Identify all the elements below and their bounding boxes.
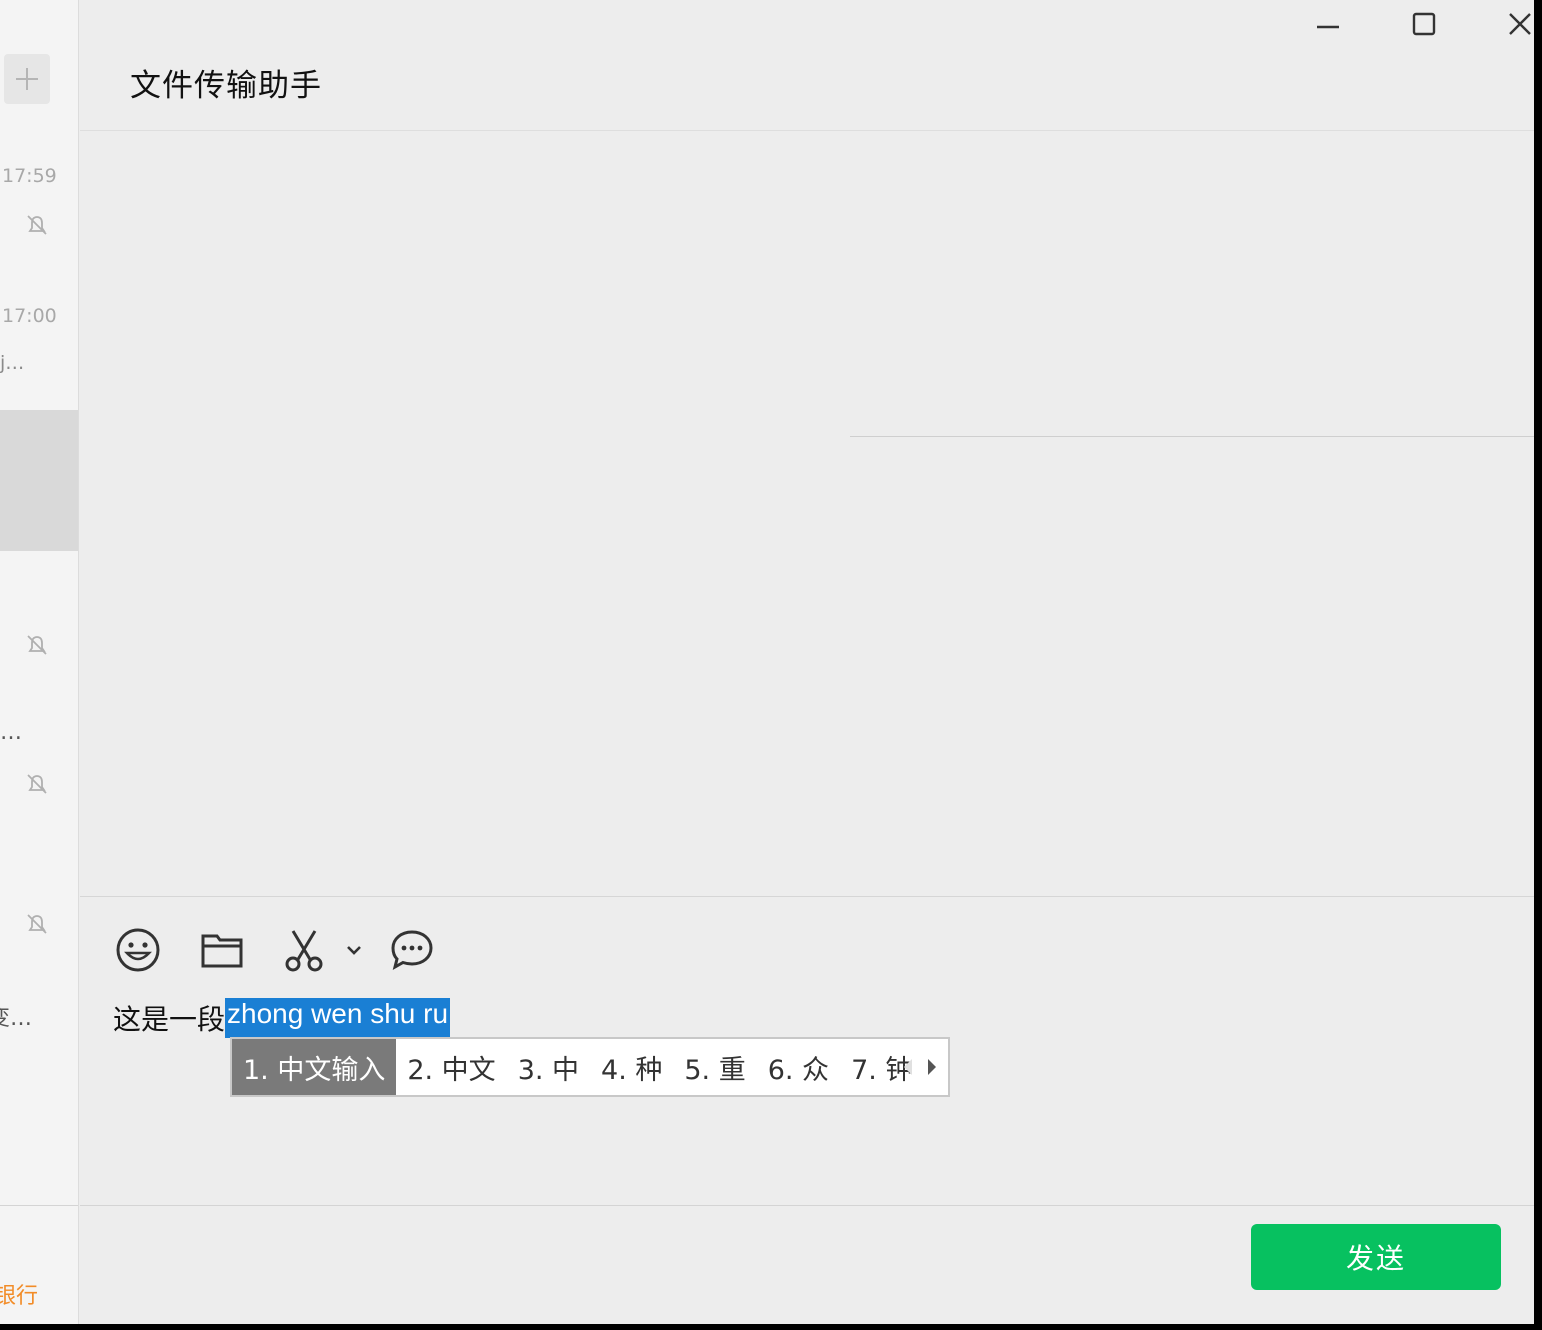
close-button[interactable] bbox=[1502, 6, 1534, 42]
window-controls bbox=[1234, 0, 1534, 50]
conversation-snippet: 变… bbox=[0, 1006, 33, 1031]
chat-window: 17:59 17:00 j… … 变… 银行 文件传输助手 bbox=[0, 0, 1534, 1324]
ime-candidate-bar: 1. 中文输入 2. 中文 3. 中 4. 种 5. 重 6. 众 7. 钟 bbox=[230, 1037, 950, 1097]
folder-icon bbox=[201, 934, 243, 968]
minimize-icon bbox=[1317, 25, 1339, 29]
ime-page-arrows bbox=[902, 1055, 938, 1079]
conversation-time: 17:59 bbox=[2, 165, 57, 187]
ime-next-page-icon[interactable] bbox=[926, 1055, 938, 1079]
conversation-item-selected[interactable] bbox=[0, 410, 78, 551]
ime-candidate[interactable]: 4. 种 bbox=[590, 1039, 673, 1095]
emoji-icon bbox=[116, 928, 160, 972]
chevron-down-icon bbox=[347, 946, 361, 955]
conversation-time: 17:00 bbox=[2, 305, 57, 327]
add-chat-button[interactable] bbox=[4, 54, 50, 104]
divider bbox=[0, 1205, 78, 1206]
maximize-icon bbox=[1412, 12, 1436, 36]
committed-text: 这是一段 bbox=[113, 1003, 226, 1036]
screenshot-button[interactable] bbox=[278, 922, 330, 978]
conversation-sidebar: 17:59 17:00 j… … 变… 银行 bbox=[0, 0, 79, 1324]
screenshot-options-button[interactable] bbox=[340, 922, 368, 978]
conversation-snippet: j… bbox=[0, 352, 25, 374]
input-divider bbox=[80, 896, 1534, 897]
ime-preedit-text: zhong wen shu ru bbox=[225, 998, 451, 1038]
mute-bell-icon bbox=[27, 215, 47, 235]
send-button[interactable]: 发送 bbox=[1251, 1224, 1501, 1290]
scissors-icon bbox=[285, 930, 323, 972]
ime-prev-page-icon[interactable] bbox=[902, 1055, 914, 1079]
mute-bell-icon bbox=[27, 914, 47, 934]
mute-bell-icon bbox=[27, 635, 47, 655]
conversation-snippet: … bbox=[0, 720, 22, 745]
chat-title: 文件传输助手 bbox=[130, 68, 322, 104]
minimize-button[interactable] bbox=[1310, 6, 1346, 42]
chat-history-button[interactable] bbox=[386, 922, 438, 978]
sidebar-bottom-label[interactable]: 银行 bbox=[0, 1278, 38, 1310]
mute-bell-icon bbox=[27, 774, 47, 794]
message-area[interactable] bbox=[80, 131, 1534, 896]
ime-candidate[interactable]: 3. 中 bbox=[507, 1039, 590, 1095]
ime-candidate[interactable]: 5. 重 bbox=[673, 1039, 756, 1095]
ime-candidate[interactable]: 1. 中文输入 bbox=[232, 1039, 397, 1095]
close-icon bbox=[1509, 13, 1531, 35]
message-input[interactable]: 这是一段 zhong wen shu ru bbox=[113, 998, 451, 1038]
send-file-button[interactable] bbox=[196, 922, 248, 978]
emoji-button[interactable] bbox=[112, 922, 164, 978]
ime-candidate[interactable]: 6. 众 bbox=[757, 1039, 840, 1095]
ime-candidate[interactable]: 2. 中文 bbox=[396, 1039, 506, 1095]
maximize-button[interactable] bbox=[1406, 6, 1442, 42]
plus-icon bbox=[16, 68, 38, 90]
divider bbox=[850, 436, 1534, 437]
divider bbox=[80, 1205, 1534, 1206]
chat-bubble-icon bbox=[391, 930, 433, 971]
